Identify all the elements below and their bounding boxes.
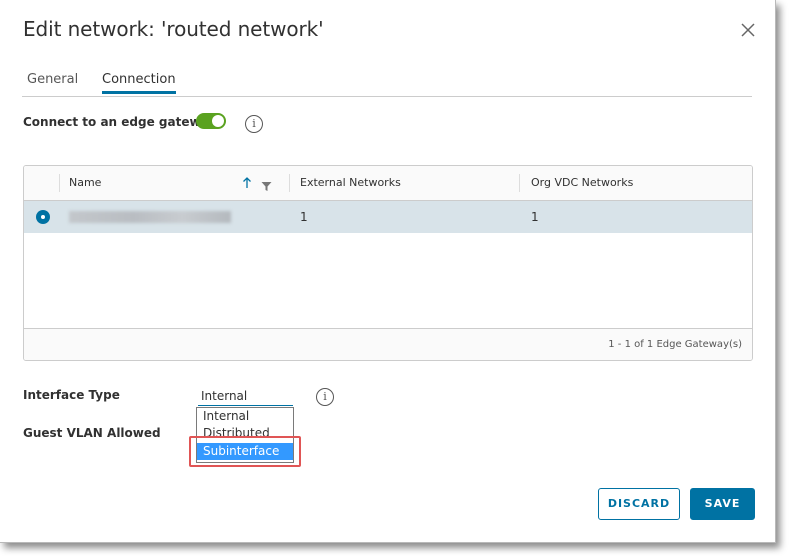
option-internal[interactable]: Internal <box>197 408 293 425</box>
filter-icon[interactable] <box>261 177 272 196</box>
column-separator <box>59 174 60 192</box>
guest-vlan-label: Guest VLAN Allowed <box>23 426 161 440</box>
info-icon[interactable]: i <box>316 388 334 406</box>
radio-dot <box>41 215 45 219</box>
edit-network-dialog: Edit network: 'routed network' General C… <box>0 0 776 543</box>
edge-gateway-label: Connect to an edge gateway <box>23 115 217 129</box>
close-icon[interactable] <box>738 20 758 40</box>
row-radio-button[interactable] <box>36 210 50 224</box>
edge-gateway-toggle[interactable] <box>196 113 226 129</box>
callout-highlight-box <box>189 436 301 467</box>
interface-type-label: Interface Type <box>23 388 120 402</box>
grid-header: Name External Networks Org VDC Networks <box>24 166 752 201</box>
select-underline <box>198 405 293 406</box>
discard-button[interactable]: DISCARD <box>598 488 680 520</box>
column-header-org-vdc-networks[interactable]: Org VDC Networks <box>531 176 633 189</box>
cell-external-networks: 1 <box>300 210 308 224</box>
tab-bar: General Connection <box>22 62 752 97</box>
grid-footer: 1 - 1 of 1 Edge Gateway(s) <box>24 328 752 360</box>
toggle-knob <box>212 115 224 127</box>
redacted-gateway-name <box>69 211 231 223</box>
save-button[interactable]: SAVE <box>690 488 755 520</box>
info-icon[interactable]: i <box>245 115 263 133</box>
tab-connection[interactable]: Connection <box>102 72 176 94</box>
interface-type-select[interactable]: Internal <box>201 389 247 403</box>
column-separator <box>519 174 520 192</box>
dialog-title: Edit network: 'routed network' <box>23 17 324 41</box>
table-row[interactable]: 1 1 <box>24 201 752 233</box>
sort-arrow-up-icon[interactable] <box>242 175 252 194</box>
column-header-name[interactable]: Name <box>69 176 101 189</box>
pagination-text: 1 - 1 of 1 Edge Gateway(s) <box>608 339 742 350</box>
cell-org-vdc-networks: 1 <box>531 210 539 224</box>
column-header-external-networks[interactable]: External Networks <box>300 176 401 189</box>
edge-gateway-grid: Name External Networks Org VDC Networks … <box>23 165 753 361</box>
tab-general[interactable]: General <box>27 72 78 93</box>
column-separator <box>289 174 290 192</box>
